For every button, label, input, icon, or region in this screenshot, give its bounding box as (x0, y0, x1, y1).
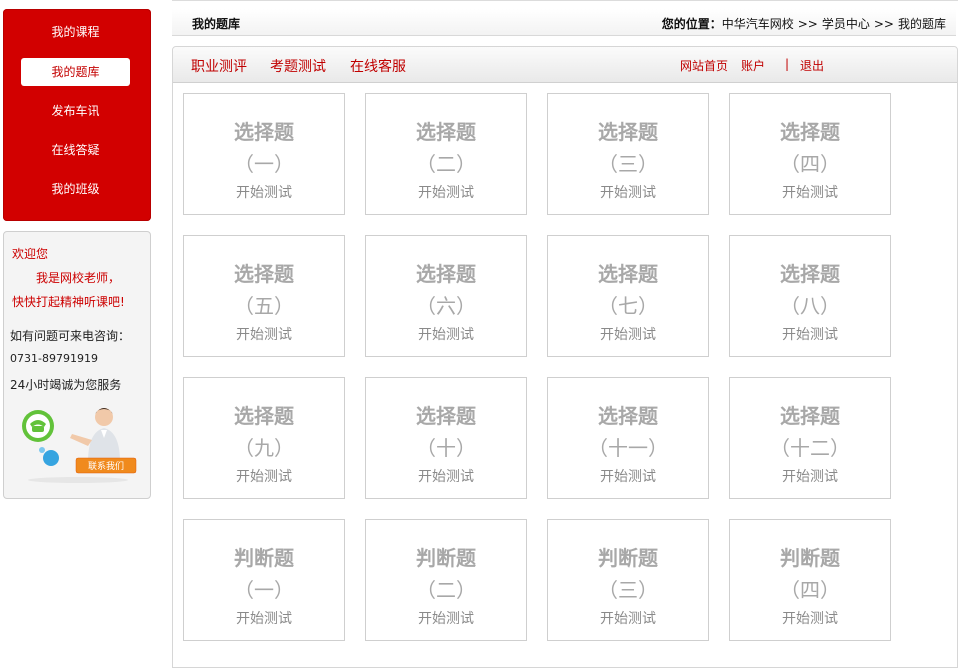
breadcrumb-separator: >> (797, 17, 818, 31)
start-test-link[interactable]: 开始测试 (184, 466, 344, 486)
start-test-link[interactable]: 开始测试 (184, 182, 344, 202)
test-card[interactable]: 选择题 （八） 开始测试 (729, 235, 891, 357)
test-card[interactable]: 选择题 （四） 开始测试 (729, 93, 891, 215)
main-panel: 职业测评 考题测试 在线客服 网站首页 账户 | 退出 选择题 （一） 开始测试 选择… (172, 46, 958, 668)
contact-us-badge-text: 联系我们 (88, 460, 124, 472)
start-test-link[interactable]: 开始测试 (548, 182, 708, 202)
card-number-label: （二） (416, 152, 476, 176)
card-number-label: （一） (234, 152, 294, 176)
start-test-link[interactable]: 开始测试 (730, 182, 890, 202)
tab-online-service[interactable]: 在线客服 (350, 56, 406, 76)
breadcrumb-student-center[interactable]: 学员中心 (822, 17, 870, 31)
contact-us-illustration[interactable]: 联系我们 (18, 402, 138, 484)
start-test-link[interactable]: 开始测试 (730, 324, 890, 344)
card-type-label: 选择题 (780, 120, 840, 144)
logout-link[interactable]: 退出 (800, 57, 824, 74)
card-number-label: （五） (234, 294, 294, 318)
contact-phone: 0731-89791919 (10, 352, 98, 365)
test-card[interactable]: 判断题 （四） 开始测试 (729, 519, 891, 641)
start-test-link[interactable]: 开始测试 (548, 466, 708, 486)
test-card[interactable]: 选择题 （二） 开始测试 (365, 93, 527, 215)
card-type-label: 选择题 (234, 262, 294, 286)
card-number-label: （六） (416, 294, 476, 318)
sidebar-item-post-car-news[interactable]: 发布车讯 (21, 97, 130, 125)
card-number-label: （十） (416, 436, 476, 460)
start-test-link[interactable]: 开始测试 (184, 608, 344, 628)
site-home-link[interactable]: 网站首页 (680, 57, 728, 74)
card-type-label: 选择题 (598, 404, 658, 428)
start-test-link[interactable]: 开始测试 (366, 324, 526, 344)
start-test-link[interactable]: 开始测试 (730, 466, 890, 486)
teacher-line-2: 快快打起精神听课吧! (12, 295, 125, 309)
location-label: 您的位置： (661, 17, 722, 31)
card-number-label: （二） (416, 578, 476, 602)
sidebar-item-my-question-bank[interactable]: 我的题库 (21, 58, 130, 86)
test-card[interactable]: 选择题 （九） 开始测试 (183, 377, 345, 499)
card-number-label: （十二） (770, 436, 850, 460)
page-title: 我的题库 (192, 17, 241, 31)
welcome-text: 欢迎您 (12, 247, 49, 261)
contact-question: 如有问题可来电咨询： (10, 329, 131, 343)
account-link[interactable]: 账户 (741, 57, 765, 74)
start-test-link[interactable]: 开始测试 (548, 324, 708, 344)
start-test-link[interactable]: 开始测试 (548, 608, 708, 628)
start-test-link[interactable]: 开始测试 (184, 324, 344, 344)
test-card[interactable]: 判断题 （一） 开始测试 (183, 519, 345, 641)
sidebar-item-my-courses[interactable]: 我的课程 (21, 18, 130, 46)
tab-bar: 职业测评 考题测试 在线客服 网站首页 账户 | 退出 (173, 47, 957, 83)
card-type-label: 选择题 (598, 120, 658, 144)
start-test-link[interactable]: 开始测试 (366, 466, 526, 486)
start-test-link[interactable]: 开始测试 (730, 608, 890, 628)
sidebar-menu: 我的课程 我的题库 发布车讯 在线答疑 我的班级 (3, 9, 151, 221)
card-type-label: 判断题 (416, 546, 476, 570)
card-number-label: （七） (598, 294, 658, 318)
card-number-label: （三） (598, 152, 658, 176)
link-divider: | (785, 57, 790, 71)
card-type-label: 选择题 (234, 404, 294, 428)
card-type-label: 选择题 (416, 262, 476, 286)
test-card[interactable]: 选择题 （七） 开始测试 (547, 235, 709, 357)
sidebar-item-my-class[interactable]: 我的班级 (21, 175, 130, 203)
test-card[interactable]: 判断题 （二） 开始测试 (365, 519, 527, 641)
card-type-label: 选择题 (234, 120, 294, 144)
card-number-label: （四） (780, 152, 840, 176)
sidebar-item-online-qa[interactable]: 在线答疑 (21, 136, 130, 164)
card-type-label: 判断题 (780, 546, 840, 570)
test-card[interactable]: 选择题 （十一） 开始测试 (547, 377, 709, 499)
top-border (172, 0, 958, 1)
card-type-label: 选择题 (416, 120, 476, 144)
breadcrumb-home[interactable]: 中华汽车网校 (722, 17, 794, 31)
test-card[interactable]: 选择题 （六） 开始测试 (365, 235, 527, 357)
breadcrumb-separator: >> (873, 17, 894, 31)
card-number-label: （八） (780, 294, 840, 318)
card-type-label: 选择题 (780, 262, 840, 286)
card-number-label: （十一） (588, 436, 668, 460)
breadcrumb: 您的位置：中华汽车网校 >> 学员中心 >> 我的题库 (662, 15, 946, 32)
test-card[interactable]: 选择题 （五） 开始测试 (183, 235, 345, 357)
tab-career-assessment[interactable]: 职业测评 (191, 56, 247, 76)
card-type-label: 判断题 (234, 546, 294, 570)
teacher-info-panel: 欢迎您 我是网校老师， 快快打起精神听课吧! 如有问题可来电咨询： 0731-8… (3, 231, 151, 499)
test-card[interactable]: 判断题 （三） 开始测试 (547, 519, 709, 641)
test-card[interactable]: 选择题 （一） 开始测试 (183, 93, 345, 215)
card-number-label: （一） (234, 578, 294, 602)
card-number-label: （三） (598, 578, 658, 602)
card-type-label: 选择题 (598, 262, 658, 286)
start-test-link[interactable]: 开始测试 (366, 608, 526, 628)
start-test-link[interactable]: 开始测试 (366, 182, 526, 202)
card-number-label: （四） (780, 578, 840, 602)
test-card[interactable]: 选择题 （十二） 开始测试 (729, 377, 891, 499)
test-card[interactable]: 选择题 （三） 开始测试 (547, 93, 709, 215)
card-type-label: 选择题 (416, 404, 476, 428)
card-type-label: 选择题 (780, 404, 840, 428)
test-card[interactable]: 选择题 （十） 开始测试 (365, 377, 527, 499)
tab-exam-test[interactable]: 考题测试 (270, 56, 326, 76)
header-bar: 我的题库 您的位置：中华汽车网校 >> 学员中心 >> 我的题库 (172, 9, 956, 36)
card-type-label: 判断题 (598, 546, 658, 570)
card-number-label: （九） (234, 436, 294, 460)
service-text: 24小时竭诚为您服务 (10, 378, 122, 392)
breadcrumb-current: 我的题库 (897, 17, 946, 31)
teacher-line-1: 我是网校老师， (36, 271, 121, 285)
